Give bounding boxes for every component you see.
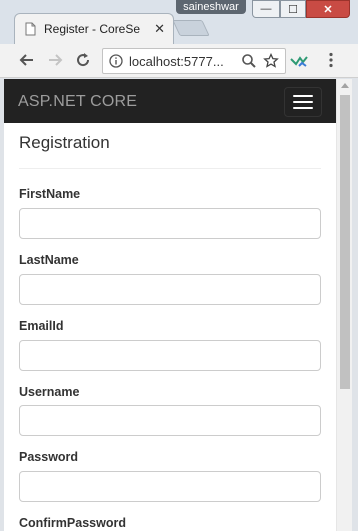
password-label: Password [19,450,79,464]
lastname-input[interactable] [19,274,321,305]
extension-icon[interactable] [290,52,308,70]
username-input[interactable] [19,405,321,436]
emailid-input[interactable] [19,340,321,371]
more-menu-icon[interactable] [322,51,340,69]
page-title: Registration [19,133,110,152]
vertical-scrollbar[interactable] [336,79,352,531]
address-bar[interactable]: localhost:5777... [102,48,286,74]
forward-arrow-icon[interactable] [46,51,64,69]
browser-tab[interactable]: Register - CoreSe ✕ [14,13,174,44]
firstname-input[interactable] [19,208,321,239]
tab-close-icon[interactable]: ✕ [154,21,165,37]
page-icon [25,22,36,36]
minimize-button[interactable]: — [252,0,280,18]
tab-title: Register - CoreSe [44,22,141,36]
close-window-button[interactable]: ✕ [306,0,350,18]
navbar-toggle-button[interactable] [284,87,322,117]
navbar-brand[interactable]: ASP.NET CORE [18,93,137,111]
page-viewport: ASP.NET CORE Registration FirstName Last… [4,79,352,531]
password-input[interactable] [19,471,321,502]
info-icon[interactable] [109,54,123,68]
reload-icon[interactable] [74,51,92,69]
bookmark-star-icon[interactable] [263,53,279,69]
hamburger-bar [293,95,313,97]
scroll-up-arrow-icon[interactable] [341,83,349,88]
scrollbar-thumb[interactable] [340,95,350,389]
confirmpassword-label: ConfirmPassword [19,516,126,530]
lastname-label: LastName [19,253,79,267]
site-navbar: ASP.NET CORE [4,79,336,123]
divider [19,168,321,169]
back-arrow-icon[interactable] [18,51,36,69]
zoom-icon[interactable] [241,53,257,69]
profile-badge[interactable]: saineshwar [176,0,246,14]
emailid-label: EmailId [19,319,64,333]
hamburger-bar [293,101,313,103]
username-label: Username [19,385,80,399]
url-text[interactable]: localhost:5777... [129,54,241,69]
firstname-label: FirstName [19,187,81,201]
maximize-button[interactable]: ☐ [280,0,306,18]
hamburger-bar [293,107,313,109]
